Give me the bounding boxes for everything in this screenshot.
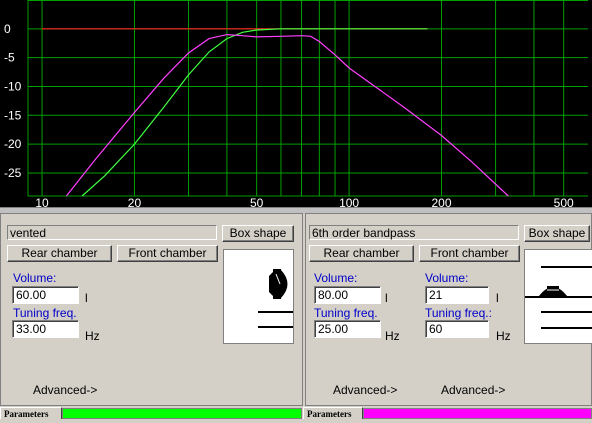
front-chamber-button[interactable]: Front chamber xyxy=(117,245,218,262)
y-tick-label: -20 xyxy=(4,137,22,151)
parameters-tab[interactable]: Parameters xyxy=(0,407,62,419)
rear-advanced-button[interactable]: Advanced-> xyxy=(333,383,397,397)
volume-unit: l xyxy=(85,291,88,305)
series-color-bar xyxy=(363,408,592,419)
chart-background xyxy=(0,0,592,213)
rear-tuning-freq-input[interactable]: 25.00 xyxy=(314,320,381,338)
front-tuning-freq-unit: Hz xyxy=(496,329,511,343)
volume-input[interactable]: 60.00 xyxy=(12,286,79,304)
tuning-freq-input[interactable]: 33.00 xyxy=(12,320,79,338)
box-shape-button[interactable]: Box shape xyxy=(524,225,590,242)
volume-label: Volume: xyxy=(13,271,57,285)
front-advanced-button[interactable]: Advanced-> xyxy=(441,383,505,397)
y-tick-label: -5 xyxy=(4,51,15,65)
y-tick-label: -10 xyxy=(4,79,22,93)
box-shape-sketch xyxy=(223,249,294,344)
front-volume-unit: l xyxy=(496,291,499,305)
vented-box-diagram xyxy=(258,269,293,328)
rear-volume-unit: l xyxy=(385,291,388,305)
rear-tuning-freq-label: Tuning freq. xyxy=(314,306,378,320)
parameters-tab[interactable]: Parameters xyxy=(303,407,363,419)
front-volume-label: Volume: xyxy=(425,271,469,285)
bandpass-box-panel: 6th order bandpass Box shape Rear chambe… xyxy=(305,213,592,406)
box-name-field[interactable]: vented xyxy=(7,225,217,240)
front-tuning-freq-label: Tuning freq.: xyxy=(425,306,492,320)
bandpass-box-diagram xyxy=(525,266,592,329)
box-shape-button[interactable]: Box shape xyxy=(222,225,294,242)
frequency-response-chart: 0 -5 -10 -15 -20 -25 10 20 50 100 200 500 xyxy=(0,0,592,213)
right-status-bar: Parameters xyxy=(303,407,592,419)
box-name-field[interactable]: 6th order bandpass xyxy=(309,225,519,240)
rear-volume-input[interactable]: 80.00 xyxy=(314,286,381,304)
y-tick-label: 0 xyxy=(4,22,11,36)
front-volume-input[interactable]: 21 xyxy=(425,286,489,304)
rear-tuning-freq-unit: Hz xyxy=(385,329,400,343)
left-status-bar: Parameters xyxy=(0,407,303,419)
front-tuning-freq-input[interactable]: 60 xyxy=(425,320,489,338)
rear-chamber-button[interactable]: Rear chamber xyxy=(309,245,414,262)
y-tick-label: -15 xyxy=(4,108,22,122)
tuning-freq-label: Tuning freq. xyxy=(13,306,77,320)
rear-volume-label: Volume: xyxy=(314,271,358,285)
vented-box-panel: vented Box shape Rear chamber Front cham… xyxy=(0,213,303,406)
box-shape-sketch xyxy=(524,249,592,344)
chart-canvas: 0-5-10-15-20-2510 20 50 100 200 500 xyxy=(0,0,592,213)
advanced-button[interactable]: Advanced-> xyxy=(33,383,97,397)
series-color-bar xyxy=(62,408,302,419)
rear-chamber-button[interactable]: Rear chamber xyxy=(7,245,112,262)
tuning-freq-unit: Hz xyxy=(85,329,100,343)
y-tick-label: -25 xyxy=(4,166,22,180)
front-chamber-button[interactable]: Front chamber xyxy=(419,245,520,262)
